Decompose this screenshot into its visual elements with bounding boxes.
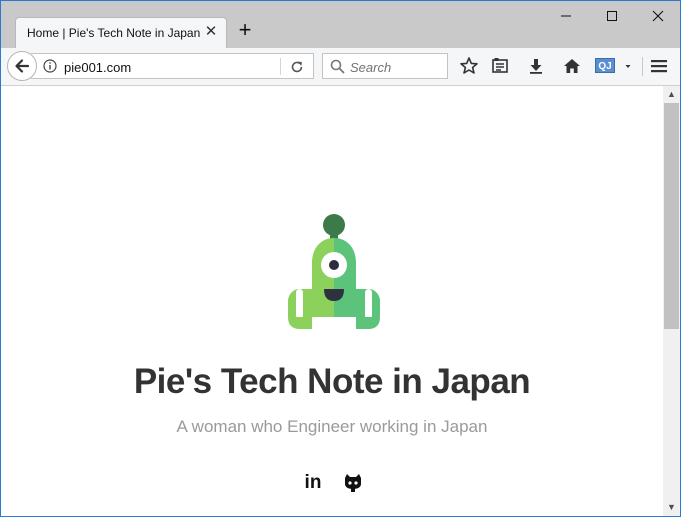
url-text[interactable]: pie001.com [64,60,131,75]
extension-dropdown-icon[interactable] [623,56,633,76]
scroll-down-arrow-icon[interactable]: ▼ [663,499,680,516]
maximize-icon [607,11,617,21]
close-tab-icon[interactable]: ✕ [203,24,219,40]
scroll-up-arrow-icon[interactable]: ▲ [663,86,680,103]
extension-badge[interactable]: QJ [595,58,615,73]
maximize-button[interactable] [589,4,635,30]
minimize-button[interactable] [543,4,589,30]
search-placeholder: Search [350,60,392,75]
url-divider [280,58,281,75]
bookmark-star-icon[interactable] [459,56,479,76]
tab-title: Home | Pie's Tech Note in Japan [27,26,201,40]
site-title: Pie's Tech Note in Japan [133,362,531,401]
vertical-scrollbar[interactable]: ▲ ▼ [663,86,680,516]
title-bar: Home | Pie's Tech Note in Japan ✕ + [1,1,680,48]
reload-icon[interactable] [288,58,306,76]
home-icon[interactable] [562,56,582,76]
search-icon [330,59,345,74]
minimize-icon [561,15,571,17]
linkedin-link[interactable]: in [302,472,324,494]
download-icon[interactable] [526,56,546,76]
browser-window: Home | Pie's Tech Note in Japan ✕ + pie0… [0,0,681,517]
github-icon [345,474,361,492]
back-button[interactable] [7,51,37,81]
reading-list-icon[interactable] [490,56,510,76]
toolbar-divider [642,57,643,76]
address-bar[interactable]: pie001.com [31,53,314,79]
close-icon [652,10,664,22]
search-box[interactable]: Search [322,53,448,79]
menu-icon[interactable] [649,56,669,76]
site-tagline: A woman who Engineer working in Japan [176,417,488,436]
info-icon[interactable] [43,59,57,73]
github-link[interactable] [342,472,364,494]
page-content: Pie's Tech Note in Japan A woman who Eng… [1,86,663,516]
tab-home[interactable]: Home | Pie's Tech Note in Japan ✕ [15,17,227,48]
back-arrow-icon [15,59,30,73]
mascot-logo-icon [288,214,380,331]
scrollbar-thumb[interactable] [664,103,679,329]
navigation-toolbar: pie001.com Search QJ [1,48,680,86]
new-tab-button[interactable]: + [235,19,255,41]
close-window-button[interactable] [635,4,680,30]
